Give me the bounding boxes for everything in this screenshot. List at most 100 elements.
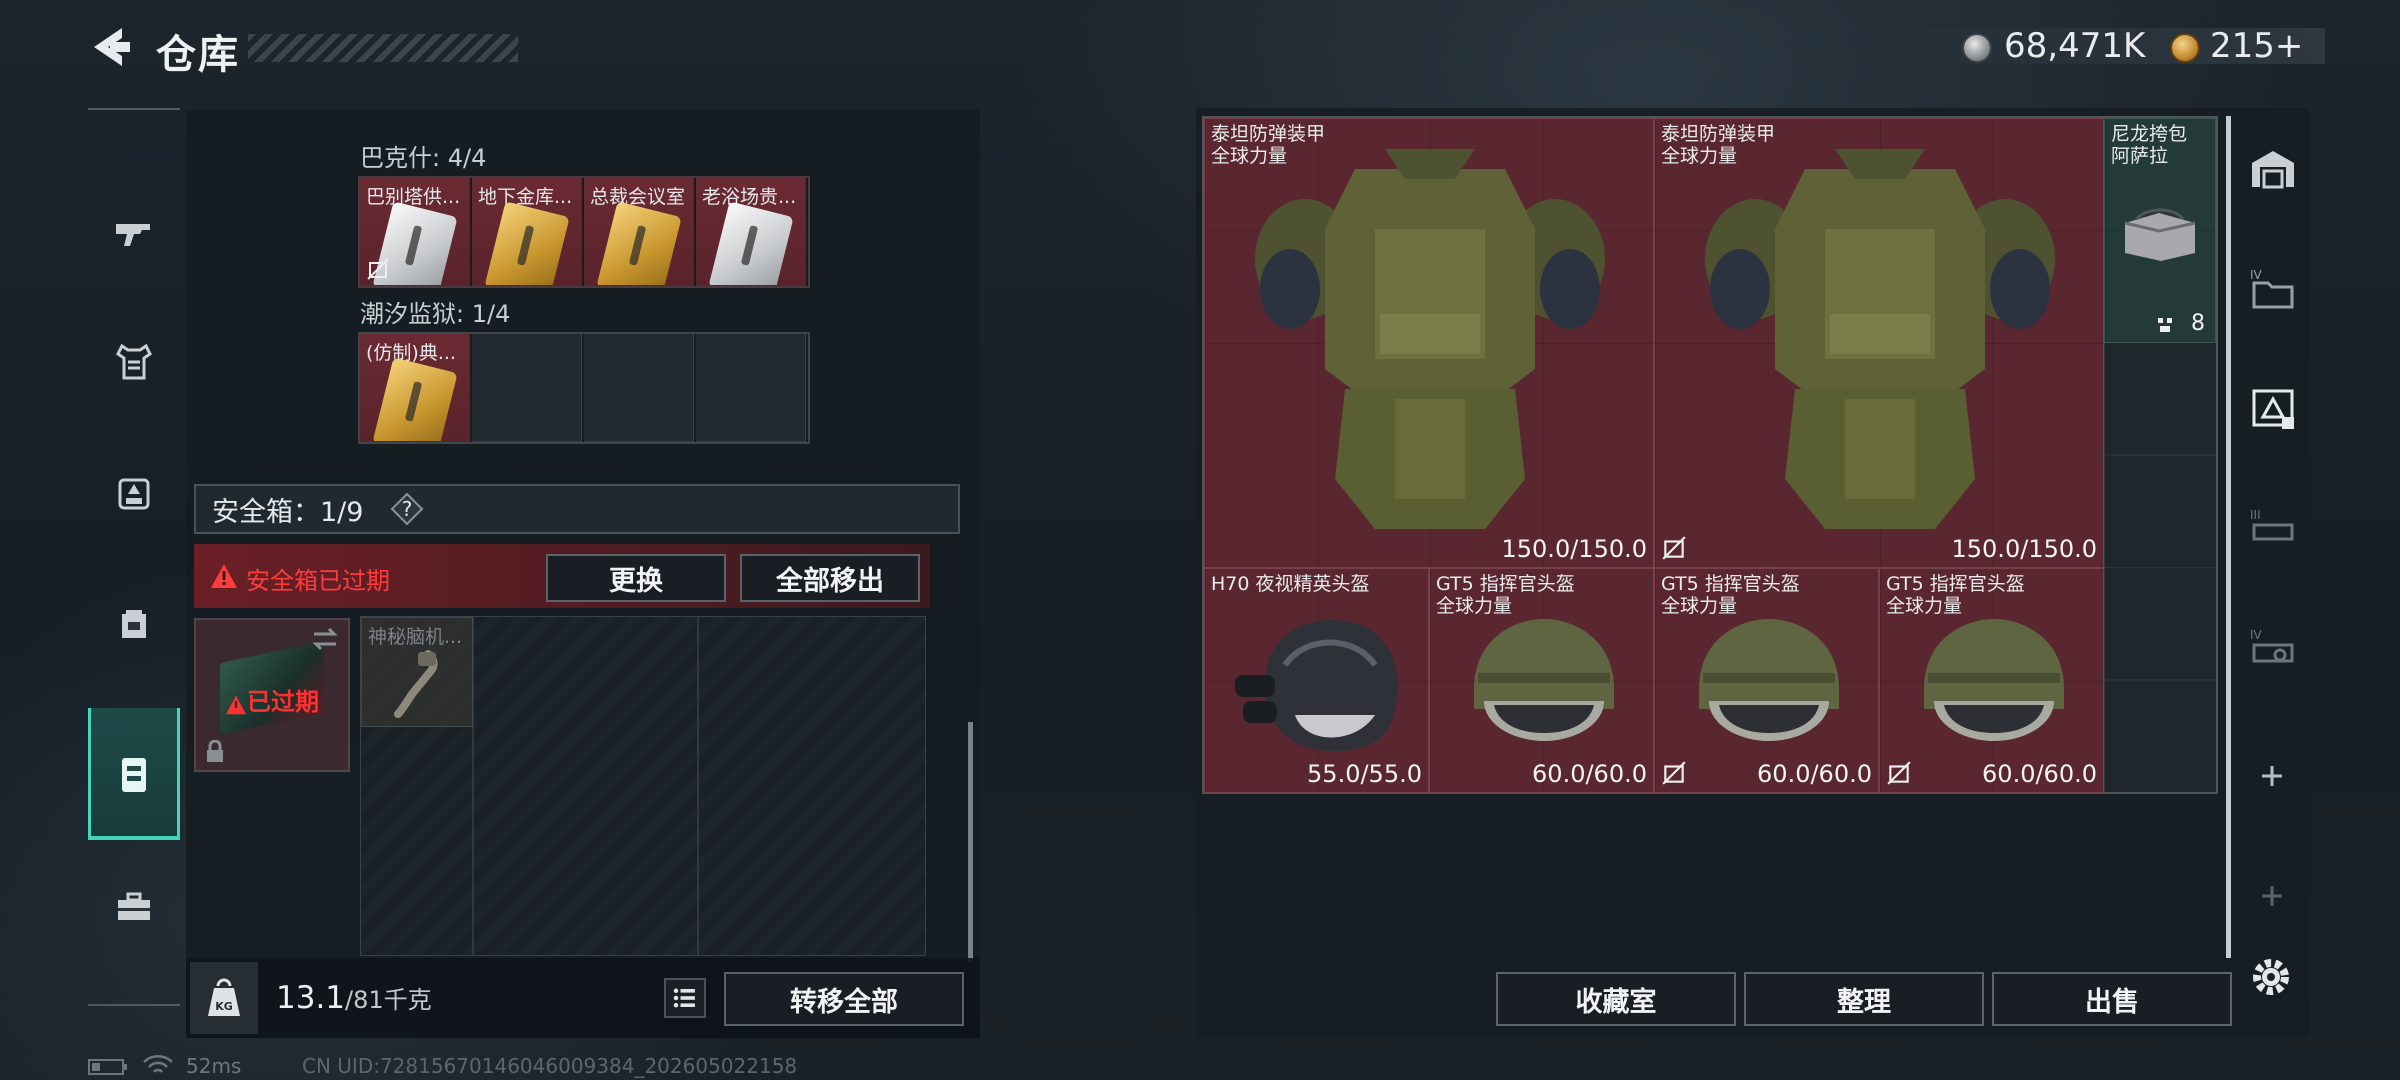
safe-box-title: 安全箱：1/9 xyxy=(212,497,364,528)
stash-tab-iv-folder[interactable]: IV xyxy=(2236,228,2310,348)
combat-helmet-image xyxy=(1699,619,1839,741)
stash-grid: 泰坦防弹装甲 全球力量 150.0/150.0 泰坦防弹装甲 全球力量 150.… xyxy=(1202,116,2218,794)
keycard-icon xyxy=(372,357,458,441)
svg-text:IV: IV xyxy=(2250,268,2263,282)
warning-icon xyxy=(225,693,247,715)
group-label-tidal-prison: 潮汐监狱: 1/4 xyxy=(360,300,511,328)
help-icon[interactable]: ? xyxy=(390,492,424,526)
stash-tab-iii[interactable]: III xyxy=(2236,468,2310,588)
group-label-bakshi: 巴克什: 4/4 xyxy=(360,144,487,172)
folder-iv-icon: IV xyxy=(2250,268,2294,309)
weight-kg-icon: KG xyxy=(208,978,240,1016)
keycard-icon xyxy=(596,201,682,285)
category-rail xyxy=(88,108,180,1008)
safe-box-item[interactable]: 神秘脑机... xyxy=(361,617,473,727)
warning-icon xyxy=(211,564,237,588)
combat-helmet-image xyxy=(1474,619,1614,741)
backpack-icon xyxy=(122,610,146,638)
stash-page-tabs: IV III IV xyxy=(2236,108,2310,668)
remove-all-button[interactable]: 全部移出 xyxy=(740,554,920,602)
key-grid-bakshi: 巴别塔供... 地下金库... 总裁会议室 老浴场贵... xyxy=(358,176,810,288)
stash-item-helmet[interactable]: GT5 指挥官头盔 全球力量 60.0/60.0 xyxy=(1429,568,1654,793)
stash-item-armor[interactable]: 泰坦防弹装甲 全球力量 150.0/150.0 xyxy=(1204,118,1654,568)
night-vision-helmet-image xyxy=(1235,619,1398,751)
stash-page-icon xyxy=(2252,389,2294,429)
brain-chip-icon xyxy=(394,650,438,718)
gold-coin-icon xyxy=(2170,33,2200,63)
replace-button[interactable]: 更换 xyxy=(546,554,726,602)
swap-icon xyxy=(312,627,338,651)
key-item[interactable]: 巴别塔供... xyxy=(360,178,470,286)
list-view-icon[interactable] xyxy=(664,978,706,1018)
silver-coin-icon xyxy=(1962,33,1992,63)
no-trade-icon xyxy=(367,258,389,280)
rail-armor-tab[interactable] xyxy=(88,296,180,428)
chest-rig-icon xyxy=(118,478,150,510)
add-page-icon[interactable] xyxy=(2254,758,2290,794)
settings-gear-icon[interactable] xyxy=(2248,954,2294,1000)
keycard-icon xyxy=(484,201,570,285)
rail-safe-case-tab[interactable] xyxy=(88,708,180,840)
ping-text: 52ms xyxy=(186,1054,242,1078)
toolbox-icon xyxy=(118,892,150,920)
wifi-icon xyxy=(143,1055,173,1073)
expired-tag: 已过期 xyxy=(196,682,348,717)
svg-text:IV: IV xyxy=(2250,628,2263,642)
collection-room-button[interactable]: 收藏室 xyxy=(1496,972,1736,1026)
transfer-all-button[interactable]: 转移全部 xyxy=(724,972,964,1026)
safe-box-slot[interactable]: 已过期 xyxy=(194,618,350,772)
empty-slot[interactable] xyxy=(696,334,806,442)
sort-button[interactable]: 整理 xyxy=(1744,972,1984,1026)
rail-toolbox-tab[interactable] xyxy=(88,840,180,972)
back-arrow-icon[interactable] xyxy=(88,24,134,70)
stash-item-helmet[interactable]: GT5 指挥官头盔 全球力量 60.0/60.0 xyxy=(1654,568,1879,793)
key-item[interactable]: (仿制)典... xyxy=(360,334,470,442)
body-armor-image xyxy=(1705,149,2055,529)
page-iii-icon: III xyxy=(2250,508,2294,541)
expired-message: 安全箱已过期 xyxy=(246,567,390,595)
lock-icon xyxy=(207,740,223,762)
armor-icon xyxy=(116,343,152,380)
stash-item-helmet[interactable]: H70 夜视精英头盔 55.0/55.0 xyxy=(1204,568,1429,793)
title-decoration xyxy=(248,34,518,62)
stash-item-bag[interactable]: 尼龙挎包 阿萨拉 8 xyxy=(2104,118,2216,343)
svg-text:?: ? xyxy=(402,497,413,521)
stash-item-armor[interactable]: 泰坦防弹装甲 全球力量 150.0/150.0 xyxy=(1654,118,2104,568)
currency-gold-value[interactable]: 215+ xyxy=(2210,26,2303,66)
page-iv-icon: IV xyxy=(2250,628,2294,663)
key-item[interactable]: 总裁会议室 xyxy=(584,178,694,286)
stack-count-icon xyxy=(2158,318,2172,332)
safe-case-icon xyxy=(122,758,146,792)
rail-gun-tab[interactable] xyxy=(88,166,180,298)
stash-tab-active[interactable] xyxy=(2236,348,2310,468)
body-armor-image xyxy=(1255,149,1605,529)
rail-chest-rig-tab[interactable] xyxy=(88,426,180,558)
empty-slot[interactable] xyxy=(584,334,694,442)
key-item[interactable]: 老浴场贵... xyxy=(696,178,806,286)
sell-button[interactable]: 出售 xyxy=(1992,972,2232,1026)
no-trade-icon xyxy=(1662,761,1686,785)
currency-silver-value: 68,471K xyxy=(2004,26,2146,66)
key-item[interactable]: 地下金库... xyxy=(472,178,582,286)
messenger-bag-image xyxy=(2124,208,2196,261)
container-scrollbar[interactable] xyxy=(968,722,973,962)
battery-icon xyxy=(88,1059,127,1075)
weight-value: 13.1/81千克 xyxy=(276,980,432,1016)
gun-icon xyxy=(116,224,150,246)
stash-tab-iv[interactable]: IV xyxy=(2236,588,2310,708)
add-page-disabled-icon xyxy=(2254,878,2290,914)
weight-icon-box: KG xyxy=(190,962,258,1034)
stash-item-helmet[interactable]: GT5 指挥官头盔 全球力量 60.0/60.0 xyxy=(1879,568,2104,793)
page-title: 仓库 xyxy=(156,32,240,78)
svg-text:KG: KG xyxy=(215,1000,233,1013)
key-grid-tidal-prison: (仿制)典... xyxy=(358,332,810,444)
svg-text:III: III xyxy=(2250,508,2261,522)
keycard-icon xyxy=(708,201,794,285)
stash-tab-garage[interactable] xyxy=(2236,108,2310,228)
uid-text: CN UID:7281567014604600938​4_20260502215… xyxy=(302,1054,798,1078)
empty-slot[interactable] xyxy=(472,334,582,442)
combat-helmet-image xyxy=(1924,619,2064,741)
rail-backpack-tab[interactable] xyxy=(88,556,180,688)
stash-scrollbar[interactable] xyxy=(2226,116,2231,958)
no-trade-icon xyxy=(1662,536,1686,560)
